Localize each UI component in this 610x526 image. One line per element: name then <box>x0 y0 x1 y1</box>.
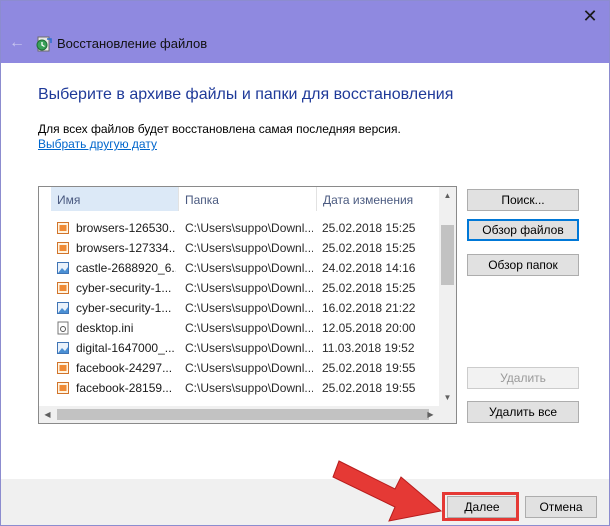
file-history-app-icon <box>36 36 52 52</box>
column-header-name[interactable]: Имя <box>51 187 179 211</box>
info-text: Для всех файлов будет восстановлена сама… <box>38 122 401 136</box>
next-button[interactable]: Далее <box>447 496 517 518</box>
file-name: castle-2688920_6... <box>76 261 176 275</box>
file-row[interactable]: facebook-24297... C:\Users\suppo\Downl...… <box>39 358 439 378</box>
file-date-modified: 24.02.2018 14:16 <box>322 261 416 275</box>
file-row[interactable]: castle-2688920_6... C:\Users\suppo\Downl.… <box>39 258 439 278</box>
cancel-button[interactable]: Отмена <box>525 496 597 518</box>
scroll-left-icon[interactable]: ◀ <box>39 406 56 423</box>
file-row[interactable]: browsers-127334... C:\Users\suppo\Downl..… <box>39 238 439 258</box>
horizontal-scroll-thumb[interactable] <box>57 409 429 420</box>
image-icon <box>57 242 69 254</box>
search-button[interactable]: Поиск... <box>467 189 579 211</box>
file-date-modified: 25.02.2018 19:55 <box>322 361 416 375</box>
list-header: Имя Папка Дата изменения <box>39 187 439 211</box>
file-row[interactable]: desktop.ini C:\Users\suppo\Downl... 12.05.… <box>39 318 439 338</box>
file-date-modified: 25.02.2018 19:55 <box>322 381 416 395</box>
browse-folders-button[interactable]: Обзор папок <box>467 254 579 276</box>
vertical-scrollbar[interactable]: ▲ ▼ <box>439 187 456 406</box>
column-header-folder[interactable]: Папка <box>179 187 317 211</box>
file-date-modified: 16.02.2018 21:22 <box>322 301 416 315</box>
file-list[interactable]: Имя Папка Дата изменения browsers-126530… <box>38 186 457 424</box>
file-row[interactable]: browsers-126530... C:\Users\suppo\Downl..… <box>39 218 439 238</box>
file-name: facebook-28159... <box>76 381 173 395</box>
file-name: cyber-security-1... <box>76 281 172 295</box>
file-date-modified: 25.02.2018 15:25 <box>322 221 416 235</box>
browse-files-button[interactable]: Обзор файлов <box>467 219 579 241</box>
scroll-down-icon[interactable]: ▼ <box>439 389 456 406</box>
file-date-modified: 12.05.2018 20:00 <box>322 321 416 335</box>
file-date-modified: 11.03.2018 19:52 <box>322 341 415 355</box>
photo-icon <box>57 342 69 354</box>
file-folder: C:\Users\suppo\Downl... <box>185 301 313 315</box>
file-name: digital-1647000_... <box>76 341 175 355</box>
file-folder: C:\Users\suppo\Downl... <box>185 281 313 295</box>
scrollbar-corner <box>439 406 456 423</box>
window-title: Восстановление файлов <box>57 36 208 51</box>
file-row[interactable]: facebook-28159... C:\Users\suppo\Downl...… <box>39 378 439 398</box>
footer-bar <box>1 479 609 525</box>
remove-all-button[interactable]: Удалить все <box>467 401 579 423</box>
file-folder: C:\Users\suppo\Downl... <box>185 381 313 395</box>
scroll-up-icon[interactable]: ▲ <box>439 187 456 204</box>
settings-file-icon <box>57 321 69 335</box>
file-restore-window: ✕ ← Восстановление файлов Выберите в арх… <box>0 0 610 526</box>
file-folder: C:\Users\suppo\Downl... <box>185 221 313 235</box>
column-header-date-modified[interactable]: Дата изменения <box>317 187 439 211</box>
file-date-modified: 25.02.2018 15:25 <box>322 241 416 255</box>
file-name: facebook-24297... <box>76 361 173 375</box>
file-row[interactable]: cyber-security-1... C:\Users\suppo\Downl.… <box>39 278 439 298</box>
file-folder: C:\Users\suppo\Downl... <box>185 241 313 255</box>
back-arrow-icon[interactable]: ← <box>9 35 25 51</box>
file-name: desktop.ini <box>76 321 134 335</box>
file-folder: C:\Users\suppo\Downl... <box>185 361 313 375</box>
image-icon <box>57 222 69 234</box>
choose-another-date-link[interactable]: Выбрать другую дату <box>38 137 157 151</box>
page-heading: Выберите в архиве файлы и папки для восс… <box>38 86 454 103</box>
file-name: browsers-126530... <box>76 221 176 235</box>
file-folder: C:\Users\suppo\Downl... <box>185 321 313 335</box>
image-icon <box>57 382 69 394</box>
scroll-right-icon[interactable]: ▶ <box>422 406 439 423</box>
photo-icon <box>57 262 69 274</box>
close-icon[interactable]: ✕ <box>579 7 601 25</box>
file-folder: C:\Users\suppo\Downl... <box>185 261 313 275</box>
file-row[interactable]: cyber-security-1... C:\Users\suppo\Downl.… <box>39 298 439 318</box>
file-name: browsers-127334... <box>76 241 176 255</box>
file-rows: browsers-126530... C:\Users\suppo\Downl..… <box>39 211 439 407</box>
remove-button[interactable]: Удалить <box>467 367 579 389</box>
image-icon <box>57 282 69 294</box>
title-bar: ✕ ← Восстановление файлов <box>1 1 609 63</box>
photo-icon <box>57 302 69 314</box>
file-folder: C:\Users\suppo\Downl... <box>185 341 313 355</box>
vertical-scroll-thumb[interactable] <box>441 225 454 285</box>
horizontal-scrollbar[interactable]: ◀ ▶ <box>39 406 439 423</box>
file-date-modified: 25.02.2018 15:25 <box>322 281 416 295</box>
image-icon <box>57 362 69 374</box>
file-name: cyber-security-1... <box>76 301 172 315</box>
file-row[interactable]: digital-1647000_... C:\Users\suppo\Downl.… <box>39 338 439 358</box>
